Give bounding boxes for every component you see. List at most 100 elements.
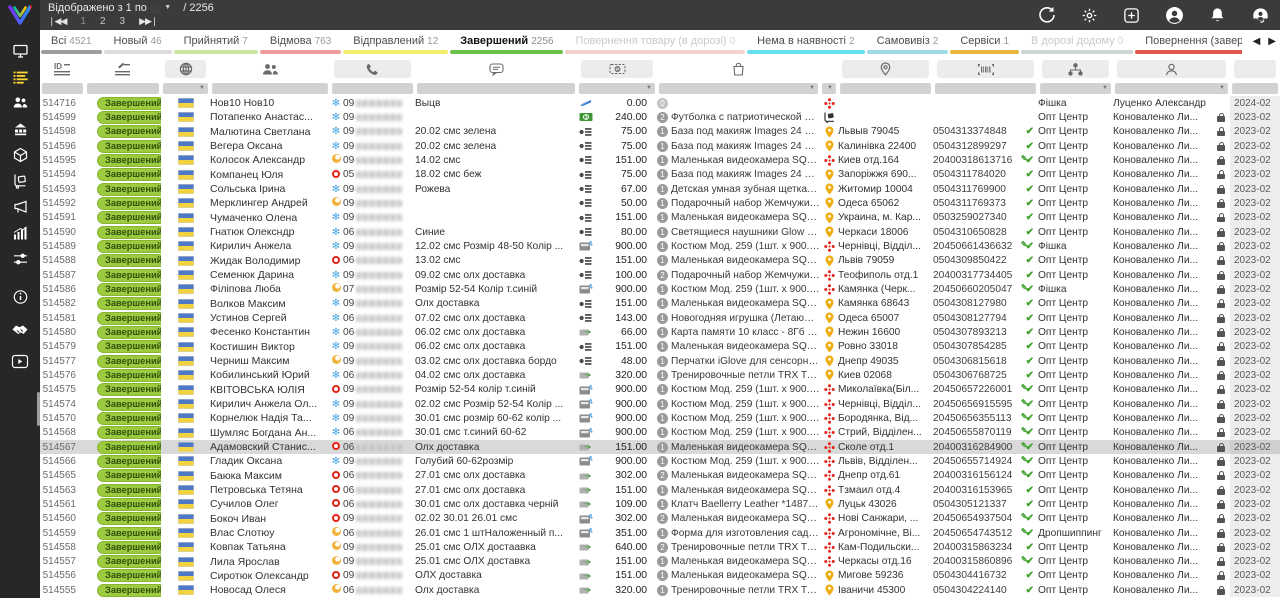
tab-1[interactable]: Всі4521 bbox=[41, 30, 102, 54]
order-row-514556[interactable]: 514556 Завершений Сиротюк Олександр 09 О… bbox=[40, 569, 1280, 583]
tabs-scroll-left-icon[interactable]: ◀ bbox=[1253, 36, 1261, 47]
tab-3[interactable]: Прийнятий7 bbox=[174, 30, 258, 54]
settings-gear-icon[interactable] bbox=[1081, 7, 1098, 24]
filter-input-phone[interactable] bbox=[332, 83, 413, 94]
refresh-icon[interactable] bbox=[1038, 6, 1056, 24]
tab-7[interactable]: Повернення товару (в дорозі)0 bbox=[565, 30, 745, 54]
order-row-514589[interactable]: 514589 Завершений Кирилич Анжела ✻09 12.… bbox=[40, 239, 1280, 253]
tab-11[interactable]: В дорозі додому0 bbox=[1021, 30, 1133, 54]
order-row-514566[interactable]: 514566 Завершений Гладик Оксана ✻09 Голу… bbox=[40, 454, 1280, 468]
filter-input-source[interactable]: ▼ bbox=[1040, 83, 1111, 94]
tab-2[interactable]: Новый46 bbox=[104, 30, 172, 54]
order-row-514596[interactable]: 514596 Завершений Вегера Оксана ✻09 20.0… bbox=[40, 139, 1280, 153]
tab-5[interactable]: Відправлений12 bbox=[343, 30, 448, 54]
filter-input-products[interactable]: ▼ bbox=[659, 83, 818, 94]
page-1[interactable]: 1 bbox=[80, 16, 86, 27]
order-row-514565[interactable]: 514565 Завершений Баюка Максим 06 27.01 … bbox=[40, 469, 1280, 483]
tab-10[interactable]: Сервіси1 bbox=[950, 30, 1019, 54]
support-headset-icon[interactable] bbox=[1251, 6, 1270, 25]
order-row-514560[interactable]: 514560 Завершений Бокоч Иван 09 02.02 30… bbox=[40, 512, 1280, 526]
filter-input-date[interactable] bbox=[1232, 83, 1278, 94]
column-header-payment[interactable]: $ bbox=[577, 58, 657, 80]
order-row-514581[interactable]: 514581 Завершений Устинов Сергей ✻06 07.… bbox=[40, 311, 1280, 325]
column-header-manager[interactable] bbox=[1113, 58, 1230, 80]
order-row-514582[interactable]: 514582 Завершений Волков Максим ✻09 Олх … bbox=[40, 297, 1280, 311]
order-row-514559[interactable]: 514559 Завершений Влас Слотюу 06 26.01 с… bbox=[40, 526, 1280, 540]
order-row-514587[interactable]: 514587 Завершений Семенюк Дарина ✻09 09.… bbox=[40, 268, 1280, 282]
filter-dropdown-icon[interactable]: ▼ bbox=[827, 85, 836, 91]
order-row-514557[interactable]: 514557 Завершений Лила Ярослав 09 25.01 … bbox=[40, 555, 1280, 569]
order-row-514598[interactable]: 514598 Завершений Малютина Светлана ✻09 … bbox=[40, 125, 1280, 139]
column-header-country[interactable] bbox=[161, 58, 210, 80]
order-row-514577[interactable]: 514577 Завершений Черниш Максим 09 03.02… bbox=[40, 354, 1280, 368]
last-page-button[interactable]: ▶▶❘ bbox=[139, 16, 157, 27]
column-header-id[interactable]: ID bbox=[40, 58, 85, 80]
order-row-514599[interactable]: 514599 Завершений Потапенко Анастас... ✻… bbox=[40, 110, 1280, 124]
add-new-icon[interactable] bbox=[1123, 7, 1140, 24]
column-header-date[interactable] bbox=[1230, 58, 1280, 80]
sidebar-products-icon[interactable] bbox=[0, 142, 40, 168]
column-header-products[interactable] bbox=[657, 58, 820, 80]
column-header-status[interactable] bbox=[85, 58, 161, 80]
column-header-phone[interactable] bbox=[330, 58, 415, 80]
order-row-514590[interactable]: 514590 Завершений Гнатюк Олексндр ✻06 Си… bbox=[40, 225, 1280, 239]
filter-input-city[interactable] bbox=[840, 83, 931, 94]
page-3[interactable]: 3 bbox=[120, 16, 126, 27]
order-row-514574[interactable]: 514574 Завершений Кирилич Анжела Ол... ✻… bbox=[40, 397, 1280, 411]
order-row-514594[interactable]: 514594 Завершений Компанец Юля 05 18.02 … bbox=[40, 168, 1280, 182]
per-page-select[interactable]: 50 bbox=[150, 3, 161, 14]
app-logo[interactable] bbox=[0, 0, 40, 30]
sidebar-partners-icon[interactable] bbox=[0, 316, 40, 342]
filter-dropdown-icon[interactable]: ▼ bbox=[1102, 85, 1111, 91]
tab-6[interactable]: Завершений2256 bbox=[450, 30, 563, 54]
tab-9[interactable]: Самовивіз2 bbox=[867, 30, 949, 54]
column-header-delivery[interactable] bbox=[820, 58, 838, 80]
sidebar-statistics-icon[interactable] bbox=[0, 220, 40, 246]
filter-input-manager[interactable]: ▼ bbox=[1115, 83, 1228, 94]
account-icon[interactable] bbox=[1165, 6, 1184, 25]
order-row-514579[interactable]: 514579 Завершений Костишин Виктор ✻09 06… bbox=[40, 340, 1280, 354]
filter-input-id[interactable] bbox=[42, 83, 83, 94]
column-header-ttn[interactable] bbox=[933, 58, 1038, 80]
tab-8[interactable]: Нема в наявності2 bbox=[747, 30, 864, 54]
order-row-514716[interactable]: 514716 Завершений Нов10 Нов10 ✻09 Выцв 0… bbox=[40, 96, 1280, 110]
filter-input-ttn[interactable] bbox=[935, 83, 1036, 94]
order-row-514591[interactable]: 514591 Завершений Чумаченко Олена ✻09 15… bbox=[40, 211, 1280, 225]
order-row-514570[interactable]: 514570 Завершений Корнелюк Надія Та... ✻… bbox=[40, 411, 1280, 425]
filter-dropdown-icon[interactable]: ▼ bbox=[199, 85, 208, 91]
sidebar-orders-icon-active[interactable] bbox=[0, 64, 40, 90]
order-row-514580[interactable]: 514580 Завершений Фесенко Константин ✻06… bbox=[40, 325, 1280, 339]
order-row-514563[interactable]: 514563 Завершений Петровська Тетяна 06 2… bbox=[40, 483, 1280, 497]
order-row-514561[interactable]: 514561 Завершений Сучилов Олег 06 30.01 … bbox=[40, 497, 1280, 511]
filter-dropdown-icon[interactable]: ▼ bbox=[1219, 85, 1228, 91]
order-row-514593[interactable]: 514593 Завершений Сольська Ірина ✻09 Рож… bbox=[40, 182, 1280, 196]
order-row-514592[interactable]: 514592 Завершений Мерклингер Андрей 09 5… bbox=[40, 196, 1280, 210]
order-row-514586[interactable]: 514586 Завершений Філіпова Люба 07 Розмі… bbox=[40, 282, 1280, 296]
sidebar-marketing-icon[interactable] bbox=[0, 194, 40, 220]
order-row-514576[interactable]: 514576 Завершений Кобилинський Юрий ✻06 … bbox=[40, 368, 1280, 382]
order-row-514558[interactable]: 514558 Завершений Ковпак Татьяна 09 25.0… bbox=[40, 540, 1280, 554]
per-page-caret-icon[interactable]: ▼ bbox=[164, 4, 171, 11]
sidebar-clients-icon[interactable] bbox=[0, 90, 40, 116]
first-page-button[interactable]: ❘◀◀ bbox=[48, 16, 66, 27]
filter-input-comment[interactable] bbox=[417, 83, 575, 94]
column-header-source[interactable] bbox=[1038, 58, 1113, 80]
sidebar-dashboard-icon[interactable] bbox=[0, 38, 40, 64]
sidebar-purchases-icon[interactable] bbox=[0, 168, 40, 194]
sidebar-settings-icon[interactable] bbox=[0, 246, 40, 272]
column-header-comment[interactable] bbox=[415, 58, 577, 80]
page-2[interactable]: 2 bbox=[100, 16, 106, 27]
notifications-bell-icon[interactable] bbox=[1209, 6, 1226, 24]
filter-input-country[interactable]: ▼ bbox=[163, 83, 208, 94]
order-row-514567[interactable]: 514567 Завершений Адамовский Станис... 0… bbox=[40, 440, 1280, 454]
column-header-city[interactable] bbox=[838, 58, 933, 80]
order-row-514555[interactable]: 514555 Завершений Новосад Олеся 06 Олх д… bbox=[40, 583, 1280, 597]
order-row-514568[interactable]: 514568 Завершений Шумляс Богдана Ан... ✻… bbox=[40, 426, 1280, 440]
sidebar-structure-icon[interactable] bbox=[0, 116, 40, 142]
order-row-514595[interactable]: 514595 Завершений Колосок Александр 09 1… bbox=[40, 153, 1280, 167]
filter-input-payment[interactable]: ▼ bbox=[579, 83, 655, 94]
filter-input-client[interactable] bbox=[212, 83, 328, 94]
column-header-client[interactable] bbox=[210, 58, 330, 80]
sidebar-scrollbar-thumb[interactable] bbox=[37, 392, 40, 426]
sidebar-video-tutorials-icon[interactable] bbox=[0, 348, 40, 374]
